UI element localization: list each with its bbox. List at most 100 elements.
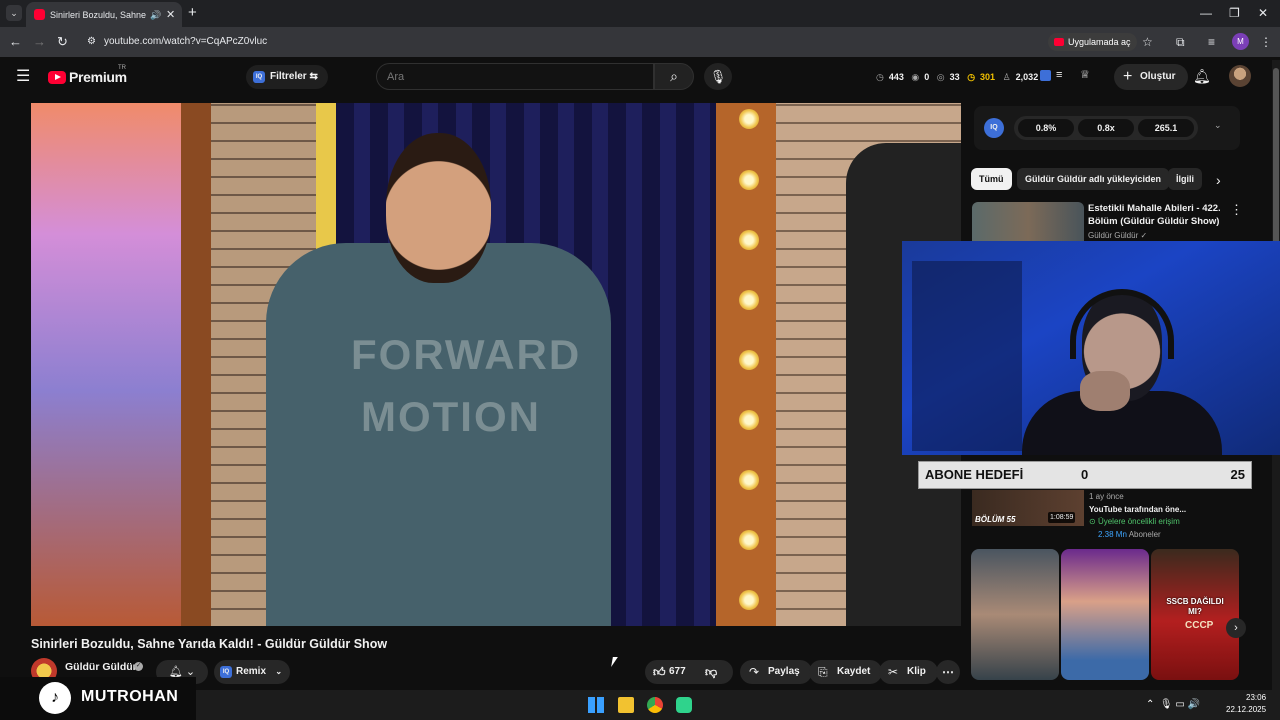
chevron-down-icon[interactable]: ⌄ [1214,120,1222,131]
chevron-right-icon[interactable]: › [1226,618,1246,638]
search-button[interactable]: ⌕ [654,63,694,90]
like-count[interactable]: 677 [669,660,686,684]
verified-icon: ✓ [134,662,143,671]
system-tray[interactable]: ⌃ 🎙 ▭ 🔊 [1146,698,1200,712]
thumbs-down-icon[interactable]: 👎︎ [705,660,717,684]
chevron-right-icon[interactable]: › [1216,172,1221,188]
queue-icon[interactable]: ≡ [1056,68,1062,82]
chrome-icon[interactable] [647,697,663,713]
browser-tab[interactable]: Sinirleri Bozuldu, Sahne Yarıda Kaldı! -… [26,2,182,27]
filters-button[interactable]: IQ Filtreler ⇆ [246,65,328,89]
short-thumbnail[interactable] [971,549,1059,680]
restore-button[interactable]: ❐ [1229,4,1240,22]
recommendation-thumbnail[interactable] [972,202,1084,242]
recommendation-title[interactable]: Estetikli Mahalle Abileri - 422. Bölüm (… [1088,202,1228,228]
trophy-icon[interactable]: ♕ [1080,68,1090,82]
video-title: Sinirleri Bozuldu, Sahne Yarıda Kaldı! -… [31,637,388,651]
chip-from-uploader[interactable]: Güldür Güldür adlı yükleyiciden [1017,168,1170,190]
extensions-icon[interactable]: ⧉ [1176,34,1185,50]
forward-icon[interactable]: → [33,33,46,51]
more-options-icon[interactable]: ⋮ [1230,202,1243,218]
remix-label: Remix [236,666,267,677]
remix-button[interactable]: IQ Remix ⌄ [214,660,291,684]
performer-head [386,133,491,283]
minimize-button[interactable]: — [1200,4,1212,22]
clip-button[interactable]: ✂ Klip [879,660,938,684]
video-player[interactable]: FORWARD MOTION [31,103,961,626]
clock-icon: ◷ [876,72,884,82]
omnibox[interactable]: ⚙ youtube.com/watch?v=CqAPcZ0vluc Uygula… [78,30,1274,54]
windows-start-icon[interactable] [588,697,604,713]
iq-extension-panel: IQ 0.8% 0.8x 265.1 ⌄ [974,106,1240,150]
more-actions-button[interactable]: ⋯ [936,660,960,684]
light-bulb [739,530,759,550]
youtube-play-icon [48,71,66,84]
youtube-favicon-icon [34,9,45,20]
file-explorer-icon[interactable] [618,697,634,713]
goal-label: ABONE HEDEFİ [925,467,1024,482]
eye-outline-icon: ◎ [936,72,945,82]
share-button[interactable]: ↷ Paylaş [740,660,812,684]
chip-related[interactable]: İlgili [1168,168,1202,190]
media-controls-icon[interactable]: ≡ [1208,34,1215,50]
open-in-app-button[interactable]: Uygulamada aç [1048,33,1137,51]
bookmark-star-icon[interactable]: ☆ [1142,34,1153,50]
hamburger-menu-icon[interactable]: ☰ [16,68,30,86]
taskbar-clock[interactable]: 23:06 22.12.2025 [1226,692,1266,716]
thumbs-up-icon[interactable]: 👍︎ [653,660,666,684]
iq-extension-icon[interactable] [1040,70,1051,81]
speaker-icon[interactable]: 🔊 [150,7,161,23]
brand-name: Premium [69,69,127,85]
tab-search-icon[interactable]: ⌄ [6,5,22,21]
light-bulb [739,590,759,610]
recommendation-source[interactable]: YouTube tarafından öne... [1089,505,1186,514]
light-bulb [739,109,759,129]
notifications-bell-icon[interactable]: 🔔︎ [1193,67,1211,85]
scissors-icon: ✂ [888,665,899,679]
url-text[interactable]: youtube.com/watch?v=CqAPcZ0vluc [104,34,267,50]
close-tab-icon[interactable]: ✕ [166,7,175,23]
eye-icon: ◉ [911,72,920,82]
create-button[interactable]: + Oluştur [1114,64,1188,90]
bookmark-icon: ⎘ [818,665,828,679]
coin-icon: ◷ [967,72,976,82]
microphone-icon: 🎙 [709,69,727,84]
stat-views: 0 [924,72,930,82]
back-icon[interactable]: ← [9,33,22,51]
stage-frame [181,103,211,626]
mouse-cursor-icon [611,657,618,667]
short-thumbnail[interactable] [1061,549,1149,680]
light-bulb [739,350,759,370]
share-icon: ↷ [749,665,760,679]
goal-target: 25 [1230,467,1245,482]
site-info-icon[interactable]: ⚙ [87,34,96,50]
stat-coins: 301 [980,72,996,82]
voice-search-button[interactable]: 🎙 [704,63,732,90]
hoodie-print-line1: FORWARD [351,331,582,378]
youtube-icon [1054,38,1064,46]
browser-menu-icon[interactable]: ⋮ [1260,34,1272,50]
search-input[interactable]: Ara [376,63,654,90]
stat-watch: 443 [888,72,904,82]
open-in-app-label: Uygulamada aç [1068,37,1131,47]
close-window-button[interactable]: ✕ [1258,4,1268,22]
profile-avatar[interactable]: M [1232,33,1249,50]
background-shelf [912,261,1022,451]
country-code: TR [118,65,126,71]
account-avatar[interactable] [1229,65,1251,87]
filters-label: Filtreler [270,71,307,82]
short-caption: SSCB DAĞILDI MI? [1166,597,1224,616]
light-column [716,103,776,626]
chip-all[interactable]: Tümü [971,168,1012,190]
save-button[interactable]: ⎘ Kaydet [809,660,883,684]
search-placeholder: Ara [387,71,405,83]
subscriber-goal-widget: ABONE HEDEFİ 0 25 [918,461,1252,489]
new-tab-button[interactable]: + [188,4,197,22]
channel-name[interactable]: Güldür Güldür [65,660,137,674]
reload-icon[interactable]: ↻ [57,33,68,51]
streamer-name: MUTROHAN [81,688,179,705]
streamer-hand [1080,371,1130,411]
hoodie-print-line2: MOTION [361,393,541,440]
iq-extension-icon: IQ [253,71,265,83]
app-icon[interactable] [676,697,692,713]
